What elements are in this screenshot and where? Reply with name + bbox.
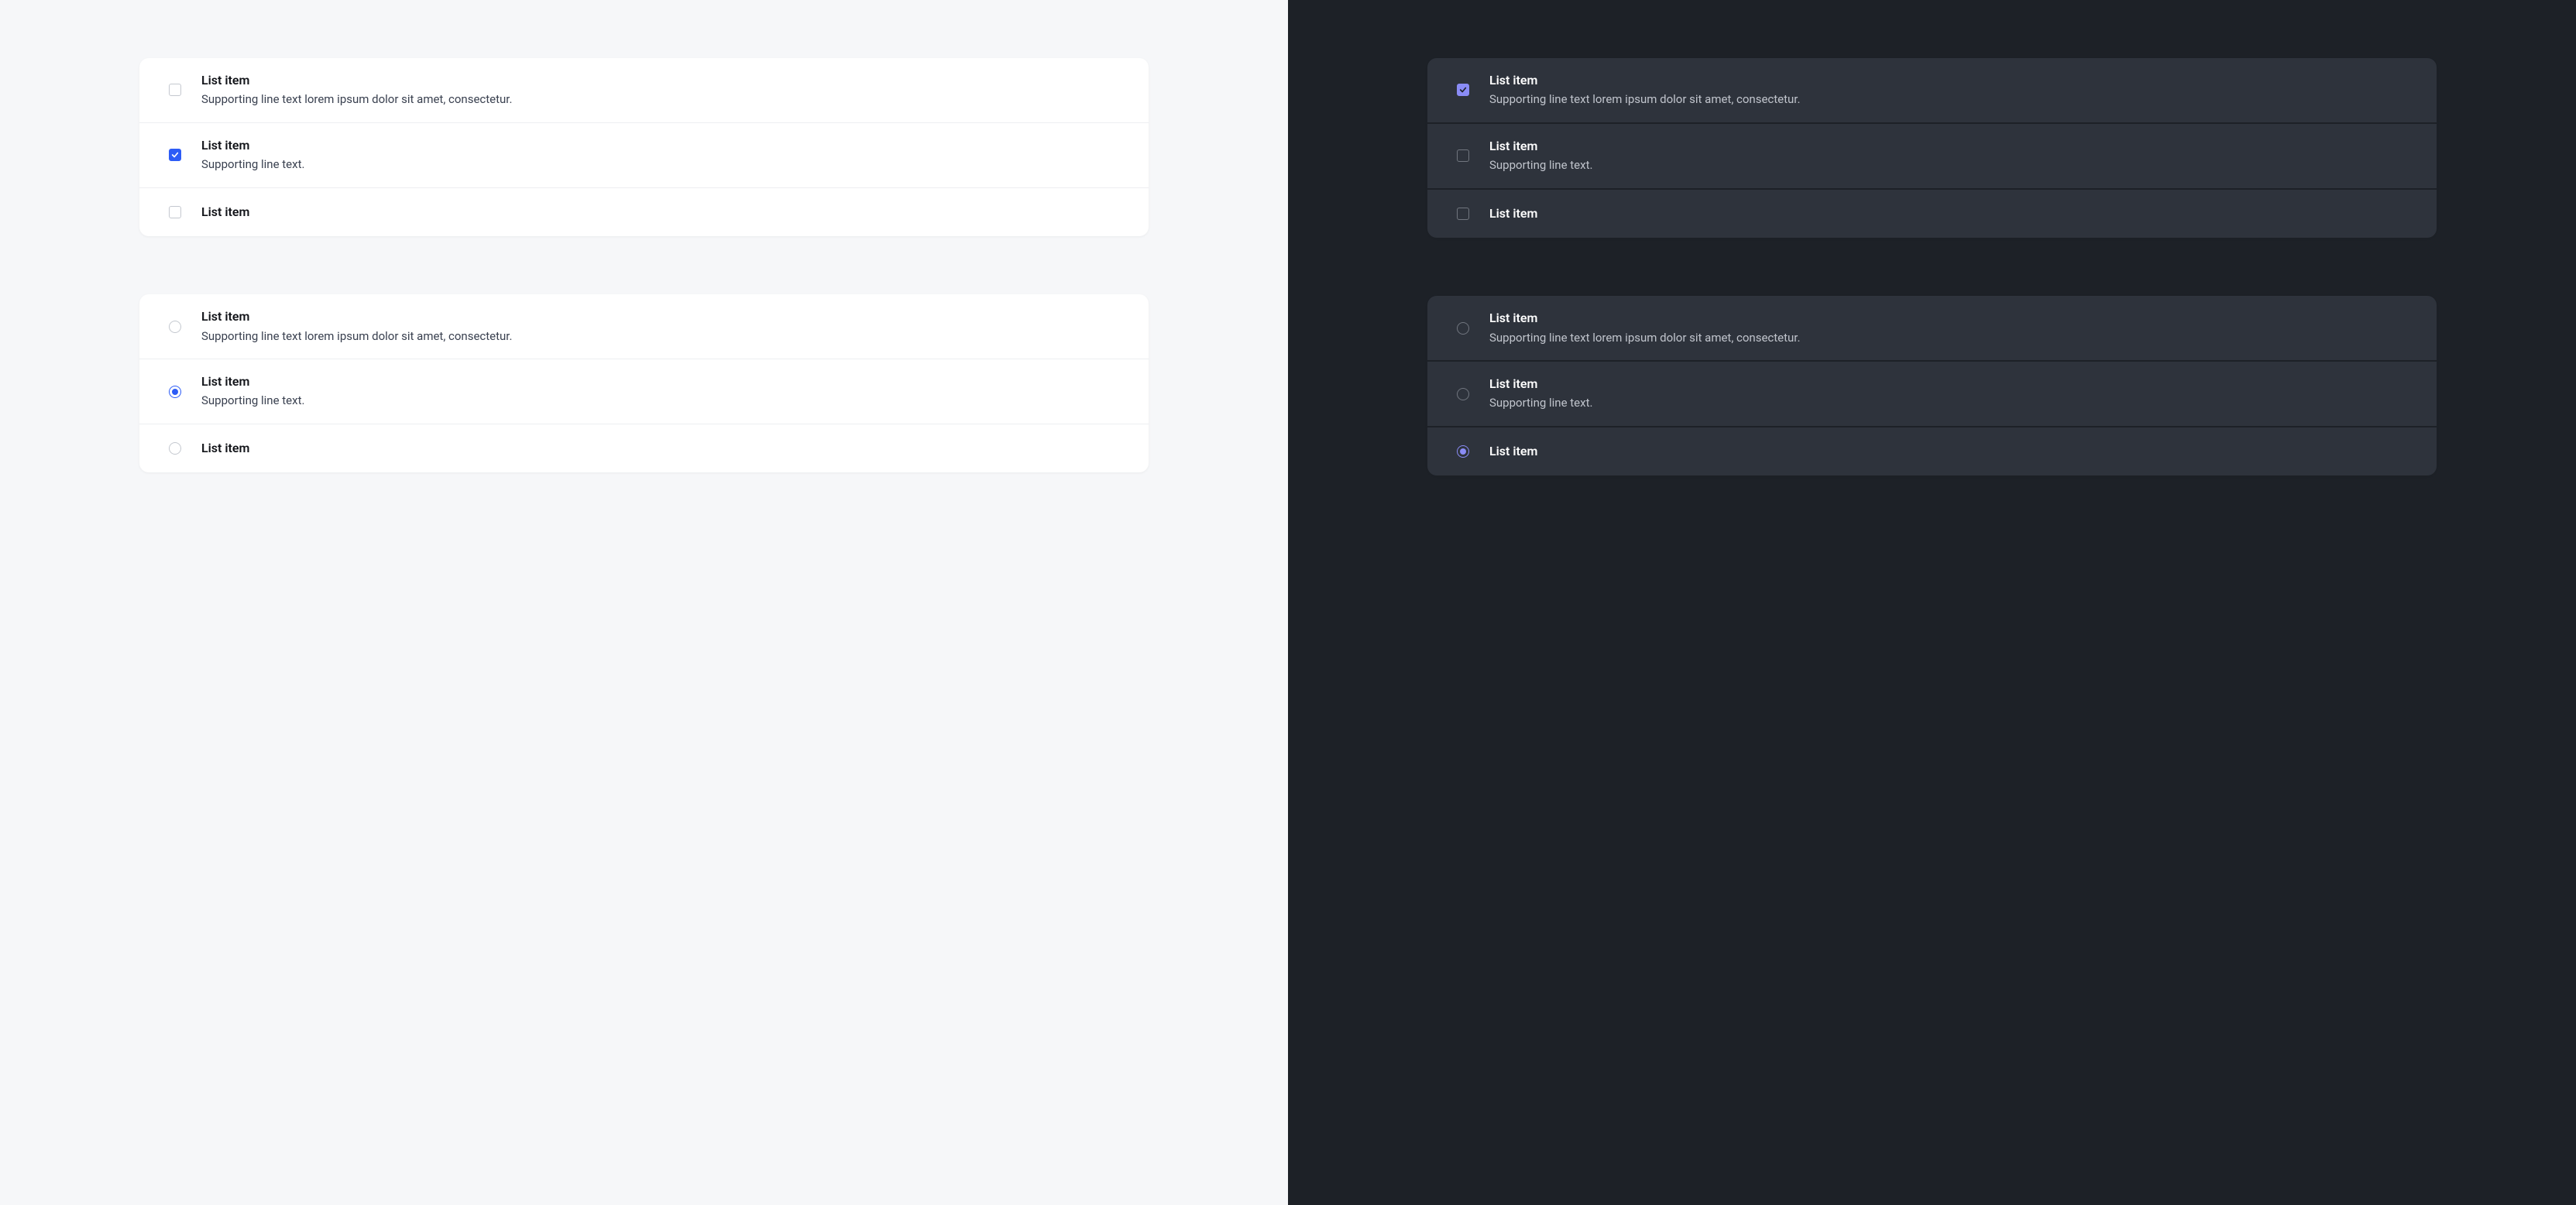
radio-unchecked-icon [169,442,181,455]
list-item-text: List item Supporting line text lorem ips… [1489,72,2409,108]
checkbox-control[interactable] [1457,84,1469,96]
radio-checked-icon [1457,445,1469,458]
list-item-title: List item [201,373,1121,390]
list-item[interactable]: List item Supporting line text lorem ips… [139,294,1149,359]
list-item-subtitle: Supporting line text. [201,156,1121,173]
checkbox-checked-icon [169,149,181,161]
checkbox-control[interactable] [1457,149,1469,162]
checkbox-unchecked-icon [169,206,181,218]
checkbox-control[interactable] [169,149,181,161]
light-theme-pane: List item Supporting line text lorem ips… [0,0,1288,1205]
checkbox-control[interactable] [169,206,181,218]
list-item-subtitle: Supporting line text. [1489,156,2409,174]
list-item[interactable]: List item Supporting line text. [1427,124,2437,190]
list-item-title: List item [201,204,1121,221]
list-item[interactable]: List item Supporting line text lorem ips… [139,58,1149,123]
list-item-subtitle: Supporting line text lorem ipsum dolor s… [201,91,1121,108]
list-item[interactable]: List item Supporting line text. [1427,362,2437,427]
checkbox-control[interactable] [169,84,181,96]
list-item-subtitle: Supporting line text lorem ipsum dolor s… [1489,329,2409,347]
radio-list-group: List item Supporting line text lorem ips… [139,294,1149,472]
radio-unchecked-icon [169,321,181,333]
radio-control[interactable] [169,442,181,455]
list-item-title: List item [1489,310,2409,327]
list-item[interactable]: List item [1427,190,2437,238]
list-item-subtitle: Supporting line text lorem ipsum dolor s… [201,328,1121,345]
list-item[interactable]: List item Supporting line text lorem ips… [1427,296,2437,362]
checkbox-unchecked-icon [1457,149,1469,162]
list-item[interactable]: List item [139,424,1149,472]
checkbox-list-group: List item Supporting line text lorem ips… [1427,58,2437,238]
list-item[interactable]: List item [1427,427,2437,475]
radio-list-group: List item Supporting line text lorem ips… [1427,296,2437,475]
list-item-text: List item [1489,443,2409,460]
checkbox-list-group: List item Supporting line text lorem ips… [139,58,1149,236]
radio-control[interactable] [1457,388,1469,400]
radio-control[interactable] [1457,322,1469,335]
list-item-subtitle: Supporting line text lorem ipsum dolor s… [1489,91,2409,108]
list-item-text: List item Supporting line text. [201,137,1121,173]
list-item-title: List item [201,440,1121,457]
dark-theme-pane: List item Supporting line text lorem ips… [1288,0,2576,1205]
list-item-text: List item [1489,205,2409,222]
list-item-title: List item [201,72,1121,89]
list-item-text: List item [201,440,1121,457]
list-item[interactable]: List item [139,188,1149,236]
list-item-text: List item Supporting line text lorem ips… [1489,310,2409,346]
list-item-title: List item [1489,376,2409,393]
list-item-title: List item [201,308,1121,325]
list-item-text: List item Supporting line text. [1489,376,2409,412]
list-item[interactable]: List item Supporting line text. [139,123,1149,188]
list-item-text: List item Supporting line text lorem ips… [201,72,1121,108]
list-item-title: List item [1489,138,2409,155]
list-item-text: List item Supporting line text lorem ips… [201,308,1121,345]
list-item[interactable]: List item Supporting line text. [139,359,1149,424]
checkbox-unchecked-icon [169,84,181,96]
list-item-text: List item [201,204,1121,221]
radio-unchecked-icon [1457,388,1469,400]
checkbox-unchecked-icon [1457,208,1469,220]
list-item-title: List item [1489,205,2409,222]
radio-unchecked-icon [1457,322,1469,335]
radio-checked-icon [169,386,181,398]
radio-control[interactable] [169,321,181,333]
checkbox-control[interactable] [1457,208,1469,220]
radio-control[interactable] [169,386,181,398]
list-item-title: List item [1489,443,2409,460]
list-item[interactable]: List item Supporting line text lorem ips… [1427,58,2437,124]
radio-control[interactable] [1457,445,1469,458]
list-item-text: List item Supporting line text. [201,373,1121,410]
checkbox-checked-icon [1457,84,1469,96]
list-item-text: List item Supporting line text. [1489,138,2409,174]
list-item-title: List item [201,137,1121,154]
list-item-subtitle: Supporting line text. [201,392,1121,410]
list-item-title: List item [1489,72,2409,89]
list-item-subtitle: Supporting line text. [1489,394,2409,412]
